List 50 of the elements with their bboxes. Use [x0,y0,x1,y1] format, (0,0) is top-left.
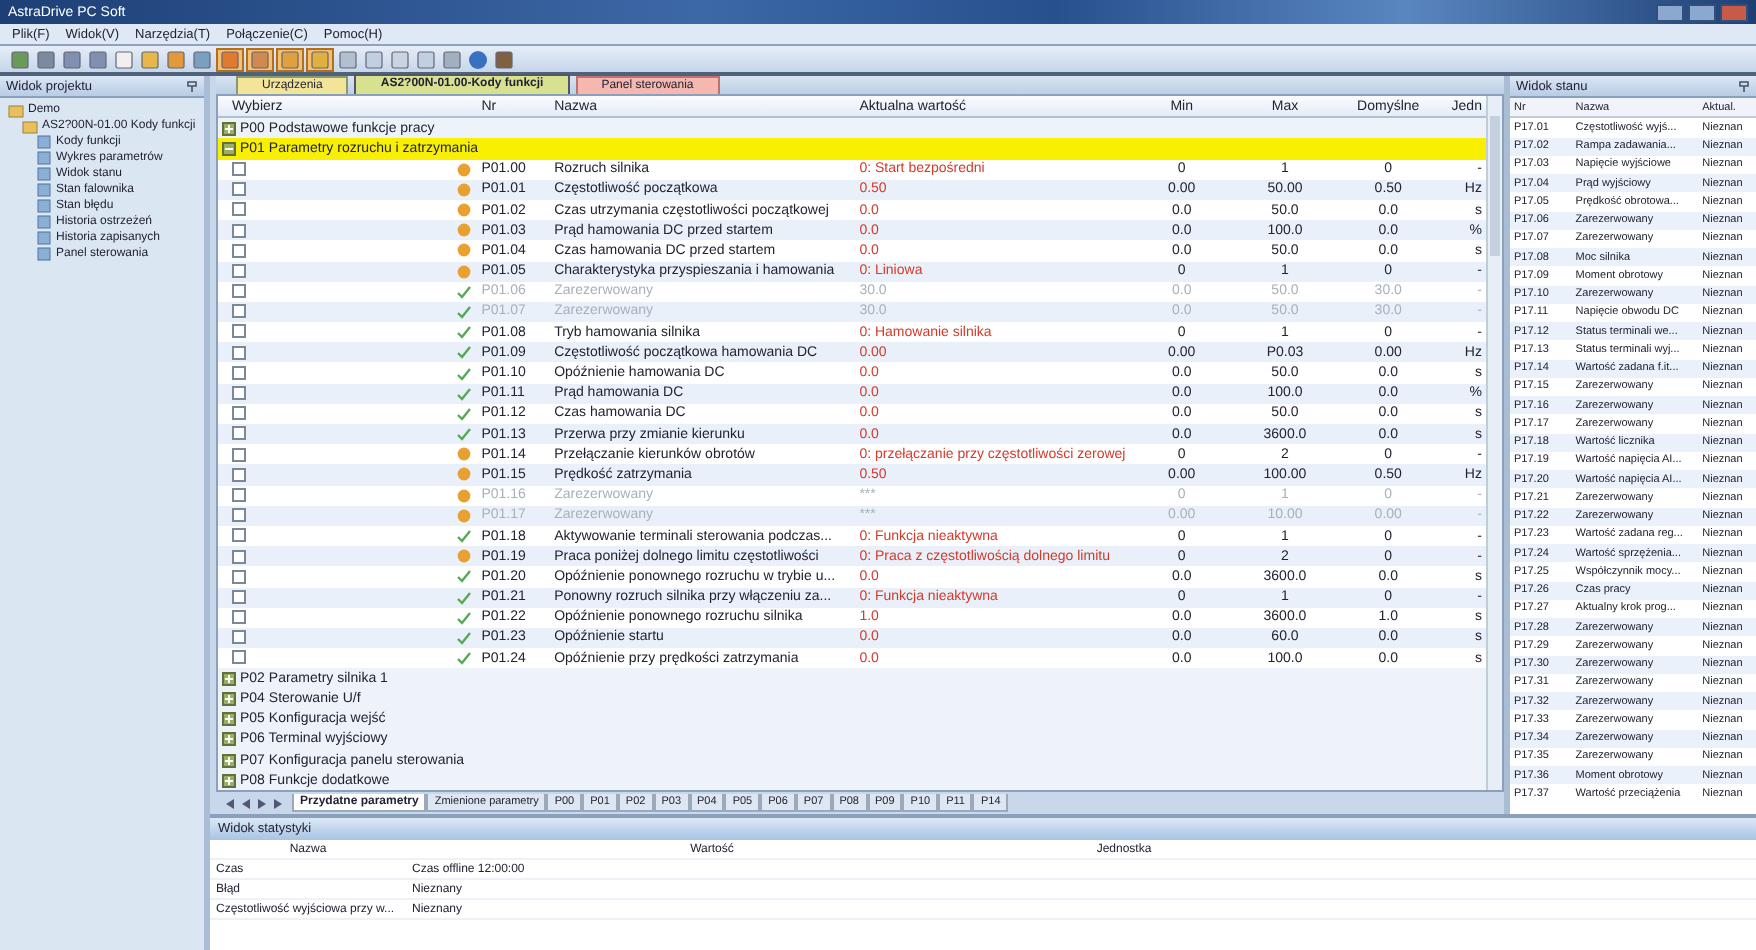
toolbar-button[interactable] [388,47,412,71]
checkbox[interactable] [232,202,246,217]
checkbox[interactable] [232,610,246,625]
close-button[interactable] [1720,3,1748,21]
minimize-button[interactable] [1656,3,1684,21]
checkbox[interactable] [232,426,246,441]
square-icon [250,49,270,69]
checkbox[interactable] [232,650,246,665]
square-icon [280,49,300,69]
checkbox[interactable] [232,569,246,584]
checkbox[interactable] [232,589,246,604]
checkbox[interactable] [232,386,246,401]
pin-icon[interactable] [1738,80,1750,92]
toolbar-button[interactable] [362,47,386,71]
square-icon [390,49,410,69]
toolbar-button[interactable] [216,47,244,71]
expand-icon [222,732,236,747]
checkbox[interactable] [232,365,246,380]
pin-icon[interactable] [186,80,198,92]
expand-icon [222,692,236,707]
checkbox[interactable] [232,324,246,339]
scrollbar[interactable] [1486,96,1502,790]
toolbar-button[interactable] [306,47,334,71]
checkbox[interactable] [232,161,246,176]
checkbox[interactable] [232,345,246,360]
checkbox[interactable] [232,263,246,278]
checkbox[interactable] [232,528,246,543]
checkbox[interactable] [232,182,246,197]
expand-icon [222,753,236,768]
checkbox[interactable] [232,406,246,421]
square-icon [364,49,384,69]
square-icon [220,49,240,69]
checkbox[interactable] [232,549,246,564]
checkbox[interactable] [232,243,246,258]
expand-icon [222,121,236,136]
expand-icon [222,671,236,686]
checkbox[interactable] [232,467,246,482]
checkbox[interactable] [232,447,246,462]
square-icon [310,49,330,69]
maximize-button[interactable] [1688,3,1716,21]
toolbar-button[interactable] [336,47,360,71]
toolbar-button[interactable] [246,47,274,71]
checkbox[interactable] [232,630,246,645]
toolbar-button[interactable] [440,47,464,71]
collapse-icon [222,141,236,156]
checkbox[interactable] [232,223,246,238]
expand-icon [222,712,236,727]
square-icon [442,49,462,69]
toolbar-button[interactable] [276,47,304,71]
square-icon [338,49,358,69]
